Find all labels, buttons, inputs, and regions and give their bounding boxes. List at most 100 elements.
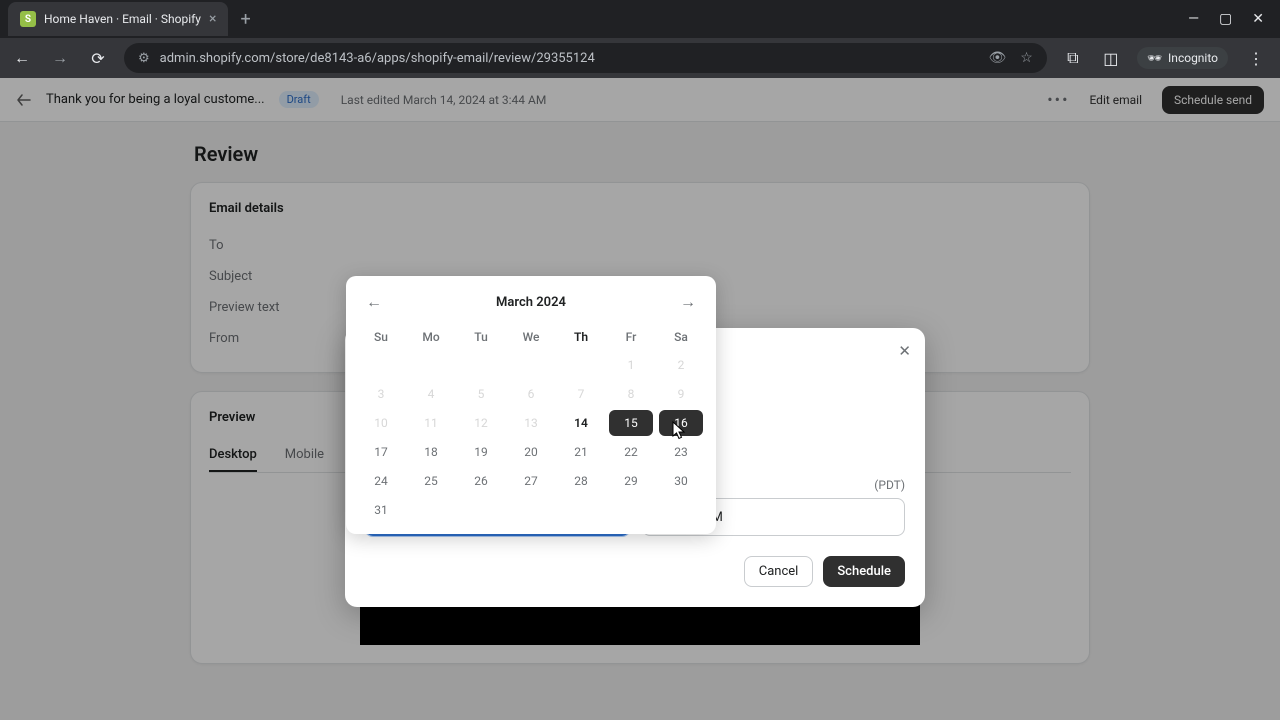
calendar-day [556, 350, 606, 379]
calendar-day-cell: 1 [609, 352, 653, 378]
calendar-day[interactable]: 16 [656, 408, 706, 437]
calendar-day[interactable]: 15 [606, 408, 656, 437]
calendar-day[interactable]: 30 [656, 466, 706, 495]
calendar-day [356, 350, 406, 379]
calendar-day[interactable]: 17 [356, 437, 406, 466]
close-window-icon[interactable]: ✕ [1252, 11, 1264, 27]
schedule-button[interactable]: Schedule [823, 556, 905, 587]
incognito-badge: 🕶 Incognito [1137, 47, 1228, 69]
tab-bar: S Home Haven · Email · Shopify × + — ▢ ✕ [0, 0, 1280, 38]
calendar-day[interactable]: 23 [656, 437, 706, 466]
calendar-day-cell[interactable]: 22 [609, 439, 653, 465]
calendar-day-cell: 11 [409, 410, 453, 436]
address-bar-row: ← → ⟳ ⚙ admin.shopify.com/store/de8143-a… [0, 38, 1280, 78]
calendar-day-cell[interactable]: 24 [359, 468, 403, 494]
incognito-label: Incognito [1168, 51, 1218, 65]
calendar-day-cell[interactable]: 31 [359, 497, 403, 523]
calendar-day[interactable]: 28 [556, 466, 606, 495]
reload-button[interactable]: ⟳ [86, 46, 110, 70]
calendar-day[interactable]: 27 [506, 466, 556, 495]
calendar-weekday: Mo [406, 324, 456, 350]
window-controls: — ▢ ✕ [1188, 11, 1280, 27]
calendar-day-cell[interactable]: 19 [459, 439, 503, 465]
calendar-weekday: Fr [606, 324, 656, 350]
browser-menu-icon[interactable]: ⋮ [1242, 49, 1270, 68]
calendar-popover: ← March 2024 → SuMoTuWeThFrSa 1234567891… [346, 276, 716, 534]
address-bar[interactable]: ⚙ admin.shopify.com/store/de8143-a6/apps… [124, 43, 1047, 73]
calendar-day[interactable]: 26 [456, 466, 506, 495]
calendar-day-cell[interactable]: 27 [509, 468, 553, 494]
calendar-day[interactable]: 19 [456, 437, 506, 466]
calendar-day-cell: 2 [659, 352, 703, 378]
close-icon[interactable]: ✕ [898, 342, 911, 360]
prev-month-icon[interactable]: ← [362, 288, 386, 316]
calendar-day[interactable]: 29 [606, 466, 656, 495]
new-tab-button[interactable]: + [228, 9, 262, 30]
bookmark-icon[interactable]: ☆ [1020, 50, 1033, 66]
forward-button[interactable]: → [48, 46, 72, 70]
calendar-month-label: March 2024 [496, 295, 566, 310]
calendar-day: 4 [406, 379, 456, 408]
calendar-day-cell[interactable]: 18 [409, 439, 453, 465]
calendar-day-cell[interactable]: 30 [659, 468, 703, 494]
shopify-favicon: S [20, 11, 36, 27]
eye-off-icon[interactable]: 👁 [988, 50, 1006, 66]
browser-tab[interactable]: S Home Haven · Email · Shopify × [8, 2, 228, 36]
calendar-day [656, 495, 706, 524]
calendar-day-cell[interactable]: 23 [659, 439, 703, 465]
calendar-day[interactable]: 21 [556, 437, 606, 466]
calendar-day[interactable]: 14 [556, 408, 606, 437]
calendar-day-cell: 3 [359, 381, 403, 407]
extensions-icon[interactable]: ⧉ [1061, 46, 1085, 70]
calendar-day-cell: 13 [509, 410, 553, 436]
calendar-day-cell: 12 [459, 410, 503, 436]
calendar-weekday: We [506, 324, 556, 350]
incognito-icon: 🕶 [1147, 51, 1162, 65]
cancel-button[interactable]: Cancel [744, 556, 814, 587]
calendar-day-cell[interactable]: 29 [609, 468, 653, 494]
calendar-day-cell[interactable]: 17 [359, 439, 403, 465]
calendar-day[interactable]: 20 [506, 437, 556, 466]
calendar-day: 5 [456, 379, 506, 408]
back-button[interactable]: ← [10, 46, 34, 70]
site-settings-icon[interactable]: ⚙ [138, 51, 150, 66]
maximize-icon[interactable]: ▢ [1219, 11, 1232, 27]
calendar-day-cell[interactable]: 16 [659, 410, 703, 436]
minimize-icon[interactable]: — [1188, 11, 1199, 27]
calendar-grid: SuMoTuWeThFrSa 1234567891011121314151617… [356, 324, 706, 524]
calendar-day: 12 [456, 408, 506, 437]
calendar-day: 10 [356, 408, 406, 437]
side-panel-icon[interactable]: ◫ [1099, 46, 1123, 70]
calendar-day: 8 [606, 379, 656, 408]
calendar-day-cell[interactable]: 25 [409, 468, 453, 494]
next-month-icon[interactable]: → [676, 288, 700, 316]
calendar-day-cell: 8 [609, 381, 653, 407]
calendar-day[interactable]: 24 [356, 466, 406, 495]
calendar-day-cell: 10 [359, 410, 403, 436]
calendar-day-cell[interactable]: 20 [509, 439, 553, 465]
calendar-day-cell: 4 [409, 381, 453, 407]
close-icon[interactable]: × [209, 11, 216, 27]
calendar-day [556, 495, 606, 524]
calendar-day[interactable]: 25 [406, 466, 456, 495]
calendar-weekday: Th [556, 324, 606, 350]
calendar-day-cell[interactable]: 21 [559, 439, 603, 465]
calendar-day-cell[interactable]: 28 [559, 468, 603, 494]
calendar-day [456, 495, 506, 524]
calendar-day-cell: 5 [459, 381, 503, 407]
calendar-day[interactable]: 31 [356, 495, 406, 524]
calendar-day-cell: 6 [509, 381, 553, 407]
calendar-day [506, 350, 556, 379]
calendar-day[interactable]: 18 [406, 437, 456, 466]
calendar-day: 3 [356, 379, 406, 408]
calendar-day-cell[interactable]: 15 [609, 410, 653, 436]
browser-chrome: S Home Haven · Email · Shopify × + — ▢ ✕… [0, 0, 1280, 78]
calendar-day: 9 [656, 379, 706, 408]
calendar-day-cell[interactable]: 14 [559, 410, 603, 436]
calendar-day [406, 495, 456, 524]
calendar-day [406, 350, 456, 379]
calendar-day[interactable]: 22 [606, 437, 656, 466]
calendar-day: 7 [556, 379, 606, 408]
calendar-day-cell[interactable]: 26 [459, 468, 503, 494]
calendar-weekday: Su [356, 324, 406, 350]
